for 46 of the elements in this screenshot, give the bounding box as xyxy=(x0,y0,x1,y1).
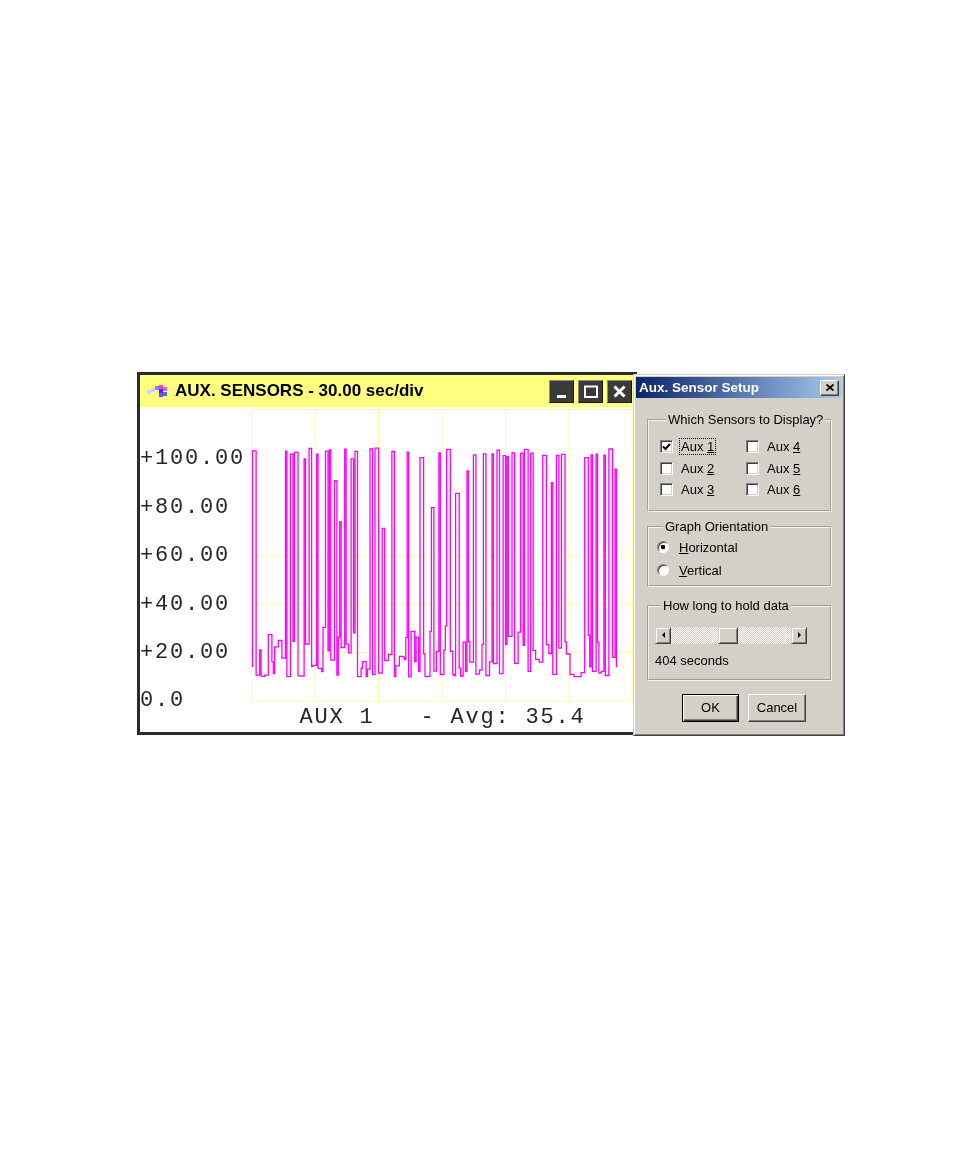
tiles-icon xyxy=(147,384,168,398)
hold-duration-text: 404 seconds xyxy=(655,652,730,669)
window-title: AUX. SENSORS - 30.00 sec/div xyxy=(175,381,424,401)
axis-label: +100.00 xyxy=(140,445,246,474)
axis-label: +80.00 xyxy=(140,493,231,522)
checkbox[interactable] xyxy=(660,461,673,475)
caret-left-icon xyxy=(661,632,665,638)
maximize-icon xyxy=(583,384,598,398)
checkbox-label[interactable]: Aux 6 xyxy=(766,482,802,498)
checkbox[interactable] xyxy=(660,483,673,497)
sensor-label: AUX 1 xyxy=(299,704,375,730)
close-icon xyxy=(825,384,834,391)
minimize-icon xyxy=(557,394,566,398)
dialog-button[interactable]: Cancel xyxy=(748,693,806,722)
scroll-right-button[interactable] xyxy=(791,626,807,644)
axis-label: 0.0 xyxy=(140,687,186,716)
radio-label[interactable]: Vertical xyxy=(678,562,723,578)
checkmark-icon xyxy=(662,442,671,451)
checkbox-label[interactable]: Aux 3 xyxy=(680,482,716,498)
group-title: Which Sensors to Display? xyxy=(667,412,825,428)
axis-label: +60.00 xyxy=(140,542,231,571)
checkbox[interactable] xyxy=(746,440,759,454)
axis-label: +40.00 xyxy=(140,590,231,619)
checkbox-label[interactable]: Aux 5 xyxy=(766,460,802,476)
caret-right-icon xyxy=(797,632,801,638)
checkbox[interactable] xyxy=(660,440,673,454)
checkbox[interactable] xyxy=(746,461,759,475)
minimize-button[interactable] xyxy=(549,379,574,403)
checkbox-label[interactable]: Aux 2 xyxy=(680,460,716,476)
average-reading: - Avg: 35.4 xyxy=(420,704,586,730)
radio-button[interactable] xyxy=(657,541,669,553)
axis-label: +20.00 xyxy=(140,638,231,667)
checkbox[interactable] xyxy=(746,483,759,497)
checkbox-label[interactable]: Aux 4 xyxy=(766,439,802,455)
scroll-left-button[interactable] xyxy=(655,626,671,644)
slider-thumb[interactable] xyxy=(718,626,738,644)
dialog-title: Aux. Sensor Setup xyxy=(639,380,760,395)
checkbox-label[interactable]: Aux 1 xyxy=(680,439,716,455)
radio-label[interactable]: Horizontal xyxy=(678,539,739,555)
close-icon xyxy=(613,384,626,398)
dialog-button[interactable]: OK xyxy=(682,693,739,722)
radio-button[interactable] xyxy=(657,564,669,576)
maximize-button[interactable] xyxy=(578,379,603,403)
group-title: Graph Orientation xyxy=(664,518,770,535)
close-button[interactable] xyxy=(607,379,632,403)
group-title: How long to hold data xyxy=(662,597,790,614)
